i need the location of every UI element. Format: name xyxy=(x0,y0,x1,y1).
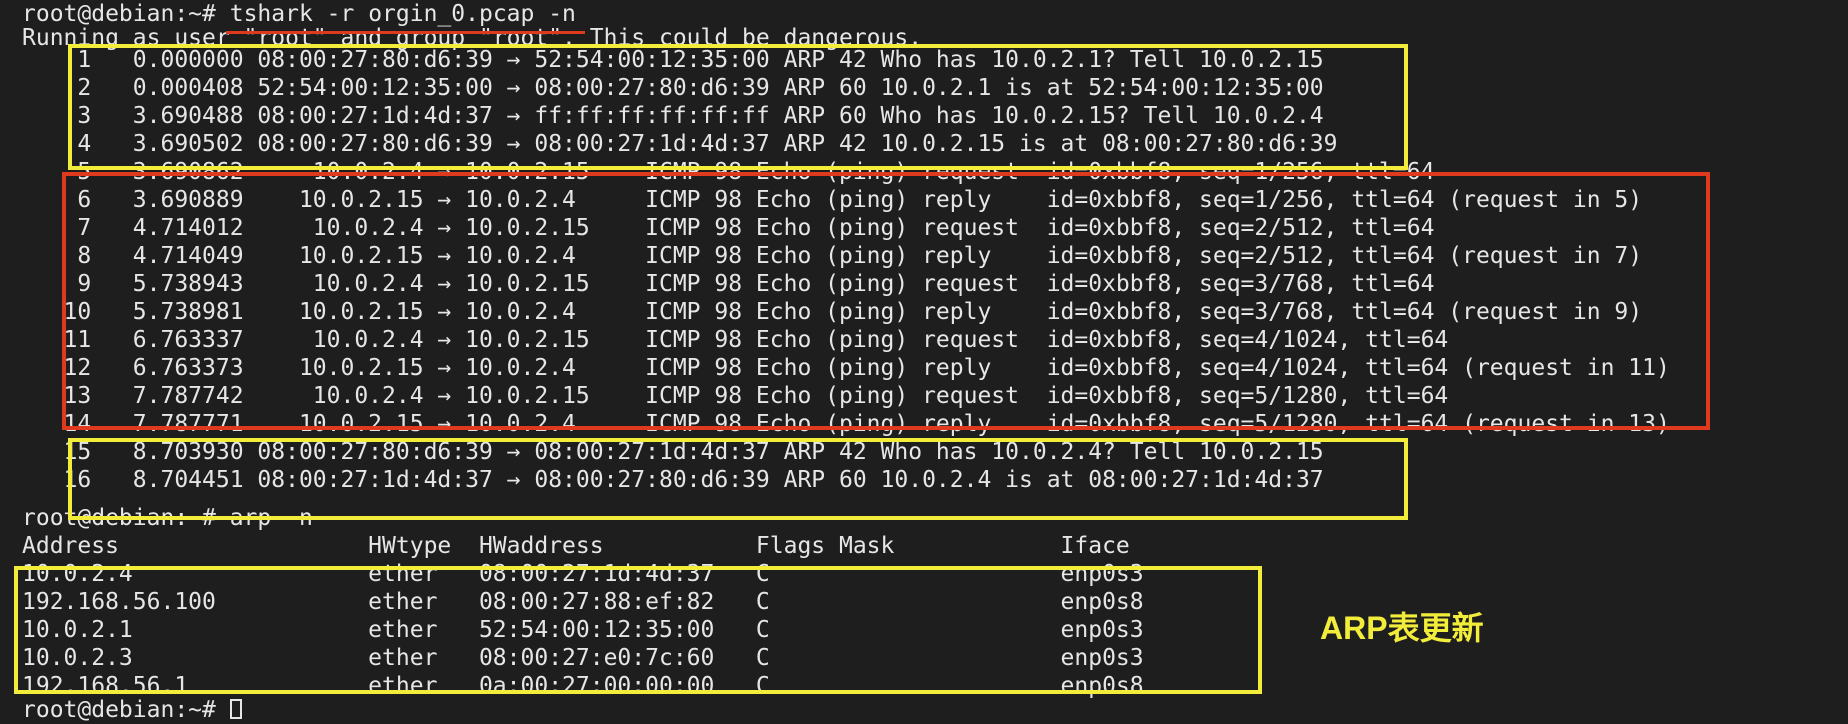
packet-line: 8 4.714049 10.0.2.15 → 10.0.2.4 ICMP 98 … xyxy=(22,243,1643,269)
packet-line: 15 8.703930 08:00:27:80:d6:39 → 08:00:27… xyxy=(22,439,1324,465)
packet-line: 11 6.763337 10.0.2.4 → 10.0.2.15 ICMP 98… xyxy=(22,327,1449,353)
cursor-icon xyxy=(229,699,242,719)
packet-line: 10 5.738981 10.0.2.15 → 10.0.2.4 ICMP 98… xyxy=(22,299,1643,325)
packet-line: 3 3.690488 08:00:27:1d:4d:37 → ff:ff:ff:… xyxy=(22,103,1324,129)
packet-line: 6 3.690889 10.0.2.15 → 10.0.2.4 ICMP 98 … xyxy=(22,187,1643,213)
terminal-window[interactable]: root@debian:~# tshark -r orgin_0.pcap -n… xyxy=(0,0,1848,723)
arp-table-row: 10.0.2.4 ether 08:00:27:1d:4d:37 C enp0s… xyxy=(22,561,1144,587)
packet-line: 4 3.690502 08:00:27:80:d6:39 → 08:00:27:… xyxy=(22,131,1338,157)
prompt: root@debian:~# xyxy=(22,697,230,723)
packet-line: 7 4.714012 10.0.2.4 → 10.0.2.15 ICMP 98 … xyxy=(22,215,1435,241)
packet-line: 2 0.000408 52:54:00:12:35:00 → 08:00:27:… xyxy=(22,75,1324,101)
packet-line: 16 8.704451 08:00:27:1d:4d:37 → 08:00:27… xyxy=(22,467,1324,493)
arp-table-row: 10.0.2.3 ether 08:00:27:e0:7c:60 C enp0s… xyxy=(22,645,1144,671)
packet-line: 14 7.787771 10.0.2.15 → 10.0.2.4 ICMP 98… xyxy=(22,411,1670,437)
command-underline xyxy=(226,31,585,34)
arp-table-header: Address HWtype HWaddress Flags Mask Ifac… xyxy=(22,533,1130,559)
arp-table-update-label: ARP表更新 xyxy=(1320,610,1484,646)
arp-command-line: root@debian:~# arp -n xyxy=(22,505,313,531)
arp-table-row: 10.0.2.1 ether 52:54:00:12:35:00 C enp0s… xyxy=(22,617,1144,643)
packet-line: 5 3.690862 10.0.2.4 → 10.0.2.15 ICMP 98 … xyxy=(22,159,1435,185)
packet-line: 9 5.738943 10.0.2.4 → 10.0.2.15 ICMP 98 … xyxy=(22,271,1435,297)
final-prompt-line[interactable]: root@debian:~# xyxy=(22,696,242,724)
packet-line: 1 0.000000 08:00:27:80:d6:39 → 52:54:00:… xyxy=(22,47,1324,73)
arp-table-row: 192.168.56.100 ether 08:00:27:88:ef:82 C… xyxy=(22,589,1144,615)
packet-line: 13 7.787742 10.0.2.4 → 10.0.2.15 ICMP 98… xyxy=(22,383,1449,409)
packet-line: 12 6.763373 10.0.2.15 → 10.0.2.4 ICMP 98… xyxy=(22,355,1670,381)
